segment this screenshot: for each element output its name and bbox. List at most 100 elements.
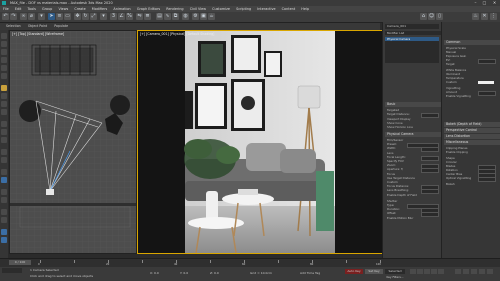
sign-in-icon[interactable]: ☺: [428, 13, 435, 20]
link-icon[interactable]: ∞: [20, 13, 27, 20]
material-editor-icon[interactable]: ◍: [182, 13, 189, 20]
schematic-view-icon[interactable]: ⧉: [172, 13, 179, 20]
select-object-icon[interactable]: ➤: [48, 13, 55, 20]
display-icon[interactable]: [1, 65, 7, 71]
zoom-icon[interactable]: [455, 269, 461, 274]
move-icon[interactable]: ✥: [74, 13, 81, 20]
close-scene-icon[interactable]: ✕: [481, 13, 488, 20]
rollout-basic[interactable]: Basic: [385, 102, 441, 107]
viewport-label-camera[interactable]: [+] [Camera_001] [Physical] [Default Sha…: [140, 32, 214, 36]
width-field[interactable]: [421, 146, 439, 152]
go-to-start-icon[interactable]: [410, 269, 416, 274]
custom-color-swatch[interactable]: [478, 80, 494, 84]
viewport-label-top[interactable]: [+] [Top] [Standard] [Wireframe]: [12, 32, 64, 36]
target-distance-field[interactable]: [421, 112, 439, 118]
curve-editor-icon[interactable]: ∿: [164, 13, 171, 20]
fov-icon[interactable]: [479, 269, 485, 274]
time-slider[interactable]: 0 / 100: [9, 260, 31, 265]
auto-key-button[interactable]: Auto Key: [345, 269, 363, 274]
enable-motion-blur-checkbox[interactable]: Enable Motion Blur: [387, 216, 413, 220]
go-to-end-icon[interactable]: [438, 269, 444, 274]
rotate-icon[interactable]: ↻: [82, 13, 89, 20]
coord-y[interactable]: Y: 0.0: [180, 271, 188, 275]
section-miscellaneous[interactable]: Miscellaneous: [444, 140, 500, 145]
freeze-icon[interactable]: [1, 197, 7, 203]
scale-icon[interactable]: ⤢: [90, 13, 97, 20]
motion-icon[interactable]: [1, 57, 7, 63]
previous-frame-icon[interactable]: [417, 269, 423, 274]
next-frame-icon[interactable]: [431, 269, 437, 274]
maxscript-icon[interactable]: [1, 229, 7, 235]
enable-vignetting-checkbox[interactable]: Enable Vignetting: [446, 94, 471, 98]
isolate-icon[interactable]: [1, 189, 7, 195]
create-icon[interactable]: [1, 33, 7, 39]
redo-icon[interactable]: ↷: [10, 13, 17, 20]
section-perspective-control[interactable]: Perspective Control: [444, 128, 500, 133]
camera-icon[interactable]: [1, 93, 7, 99]
align-icon[interactable]: ≣: [144, 13, 151, 20]
listener-icon[interactable]: [1, 237, 7, 243]
key-filters-button[interactable]: Key Filters...: [385, 275, 405, 279]
section-bokeh[interactable]: Bokeh (Depth of Field): [444, 122, 500, 127]
aperture-field[interactable]: [421, 167, 439, 173]
angle-snap-icon[interactable]: ∠: [118, 13, 125, 20]
hide-icon[interactable]: [1, 209, 7, 215]
more-icon[interactable]: ⋮: [490, 13, 497, 20]
light-icon[interactable]: [1, 85, 7, 91]
optical-vignetting-field[interactable]: [478, 176, 496, 182]
layer-explorer-icon[interactable]: ▤: [156, 13, 163, 20]
modifier-stack[interactable]: Physical Camera: [385, 37, 439, 63]
render-icon[interactable]: ☕: [208, 13, 215, 20]
select-filter-icon[interactable]: ▾: [38, 13, 45, 20]
show-horizon-label[interactable]: Show Horizon Line: [387, 125, 413, 129]
tab-object-paint[interactable]: Object Paint: [28, 23, 47, 30]
vignetting-amount-field[interactable]: [478, 90, 496, 96]
named-sets-icon[interactable]: [1, 169, 7, 175]
top-viewport[interactable]: [+] [Top] [Standard] [Wireframe]: [9, 30, 137, 254]
section-lens-distortion[interactable]: Lens Distortion: [444, 134, 500, 139]
percent-snap-icon[interactable]: %: [126, 13, 133, 20]
viewport-layout-icon[interactable]: [1, 177, 7, 183]
spacewarp-icon[interactable]: [1, 129, 7, 135]
orbit-icon[interactable]: [463, 269, 469, 274]
target-radio[interactable]: Target: [446, 62, 455, 66]
render-setup-icon[interactable]: ⚙: [192, 13, 199, 20]
region-select-icon[interactable]: ▭: [64, 13, 71, 20]
coord-z[interactable]: Z: 0.0: [210, 271, 219, 275]
teapot-icon[interactable]: ♨: [472, 13, 479, 20]
enable-clipping-checkbox[interactable]: Enable Clipping: [446, 150, 468, 154]
utilities-icon[interactable]: [1, 73, 7, 79]
modify-icon[interactable]: [1, 41, 7, 47]
focal-length-field[interactable]: [421, 155, 439, 161]
lens-breathing-field[interactable]: [421, 188, 439, 194]
unlink-icon[interactable]: ⌀: [28, 13, 35, 20]
tab-selection[interactable]: Selection: [6, 23, 21, 30]
coord-x[interactable]: X: 0.0: [150, 271, 159, 275]
shape-icon[interactable]: [1, 109, 7, 115]
section-common[interactable]: Common: [444, 40, 500, 45]
project-folder-icon[interactable]: ▯: [436, 13, 443, 20]
pan-icon[interactable]: [471, 269, 477, 274]
helper-icon[interactable]: [1, 101, 7, 107]
unhide-icon[interactable]: [1, 217, 7, 223]
object-name-field[interactable]: Camera_001: [385, 24, 439, 29]
hierarchy-icon[interactable]: [1, 49, 7, 55]
geometry-icon[interactable]: [1, 121, 7, 127]
tab-populate[interactable]: Populate: [54, 23, 68, 30]
play-icon[interactable]: [424, 269, 430, 274]
select-by-name-icon[interactable]: ≡: [56, 13, 63, 20]
camera-viewport[interactable]: [+] [Camera_001] [Physical] [Default Sha…: [137, 30, 384, 254]
enable-dof-checkbox[interactable]: Enable Depth of Field: [387, 193, 417, 197]
custom-wb-radio[interactable]: Custom: [446, 80, 457, 84]
maxscript-listener[interactable]: [2, 268, 22, 273]
snap-icon[interactable]: 3: [110, 13, 117, 20]
add-time-tag[interactable]: Add Time Tag: [300, 271, 320, 275]
rendered-frame-icon[interactable]: ▣: [200, 13, 207, 20]
systems-icon[interactable]: [1, 137, 7, 143]
ev-field[interactable]: [478, 58, 496, 64]
modifier-list-dropdown[interactable]: Modifier List: [385, 31, 441, 35]
rollout-physical-camera[interactable]: Physical Camera: [385, 132, 441, 137]
offset-field[interactable]: [421, 211, 439, 217]
mirror-icon[interactable]: ⇋: [136, 13, 143, 20]
key-selection-dropdown[interactable]: Selected: [385, 269, 405, 274]
